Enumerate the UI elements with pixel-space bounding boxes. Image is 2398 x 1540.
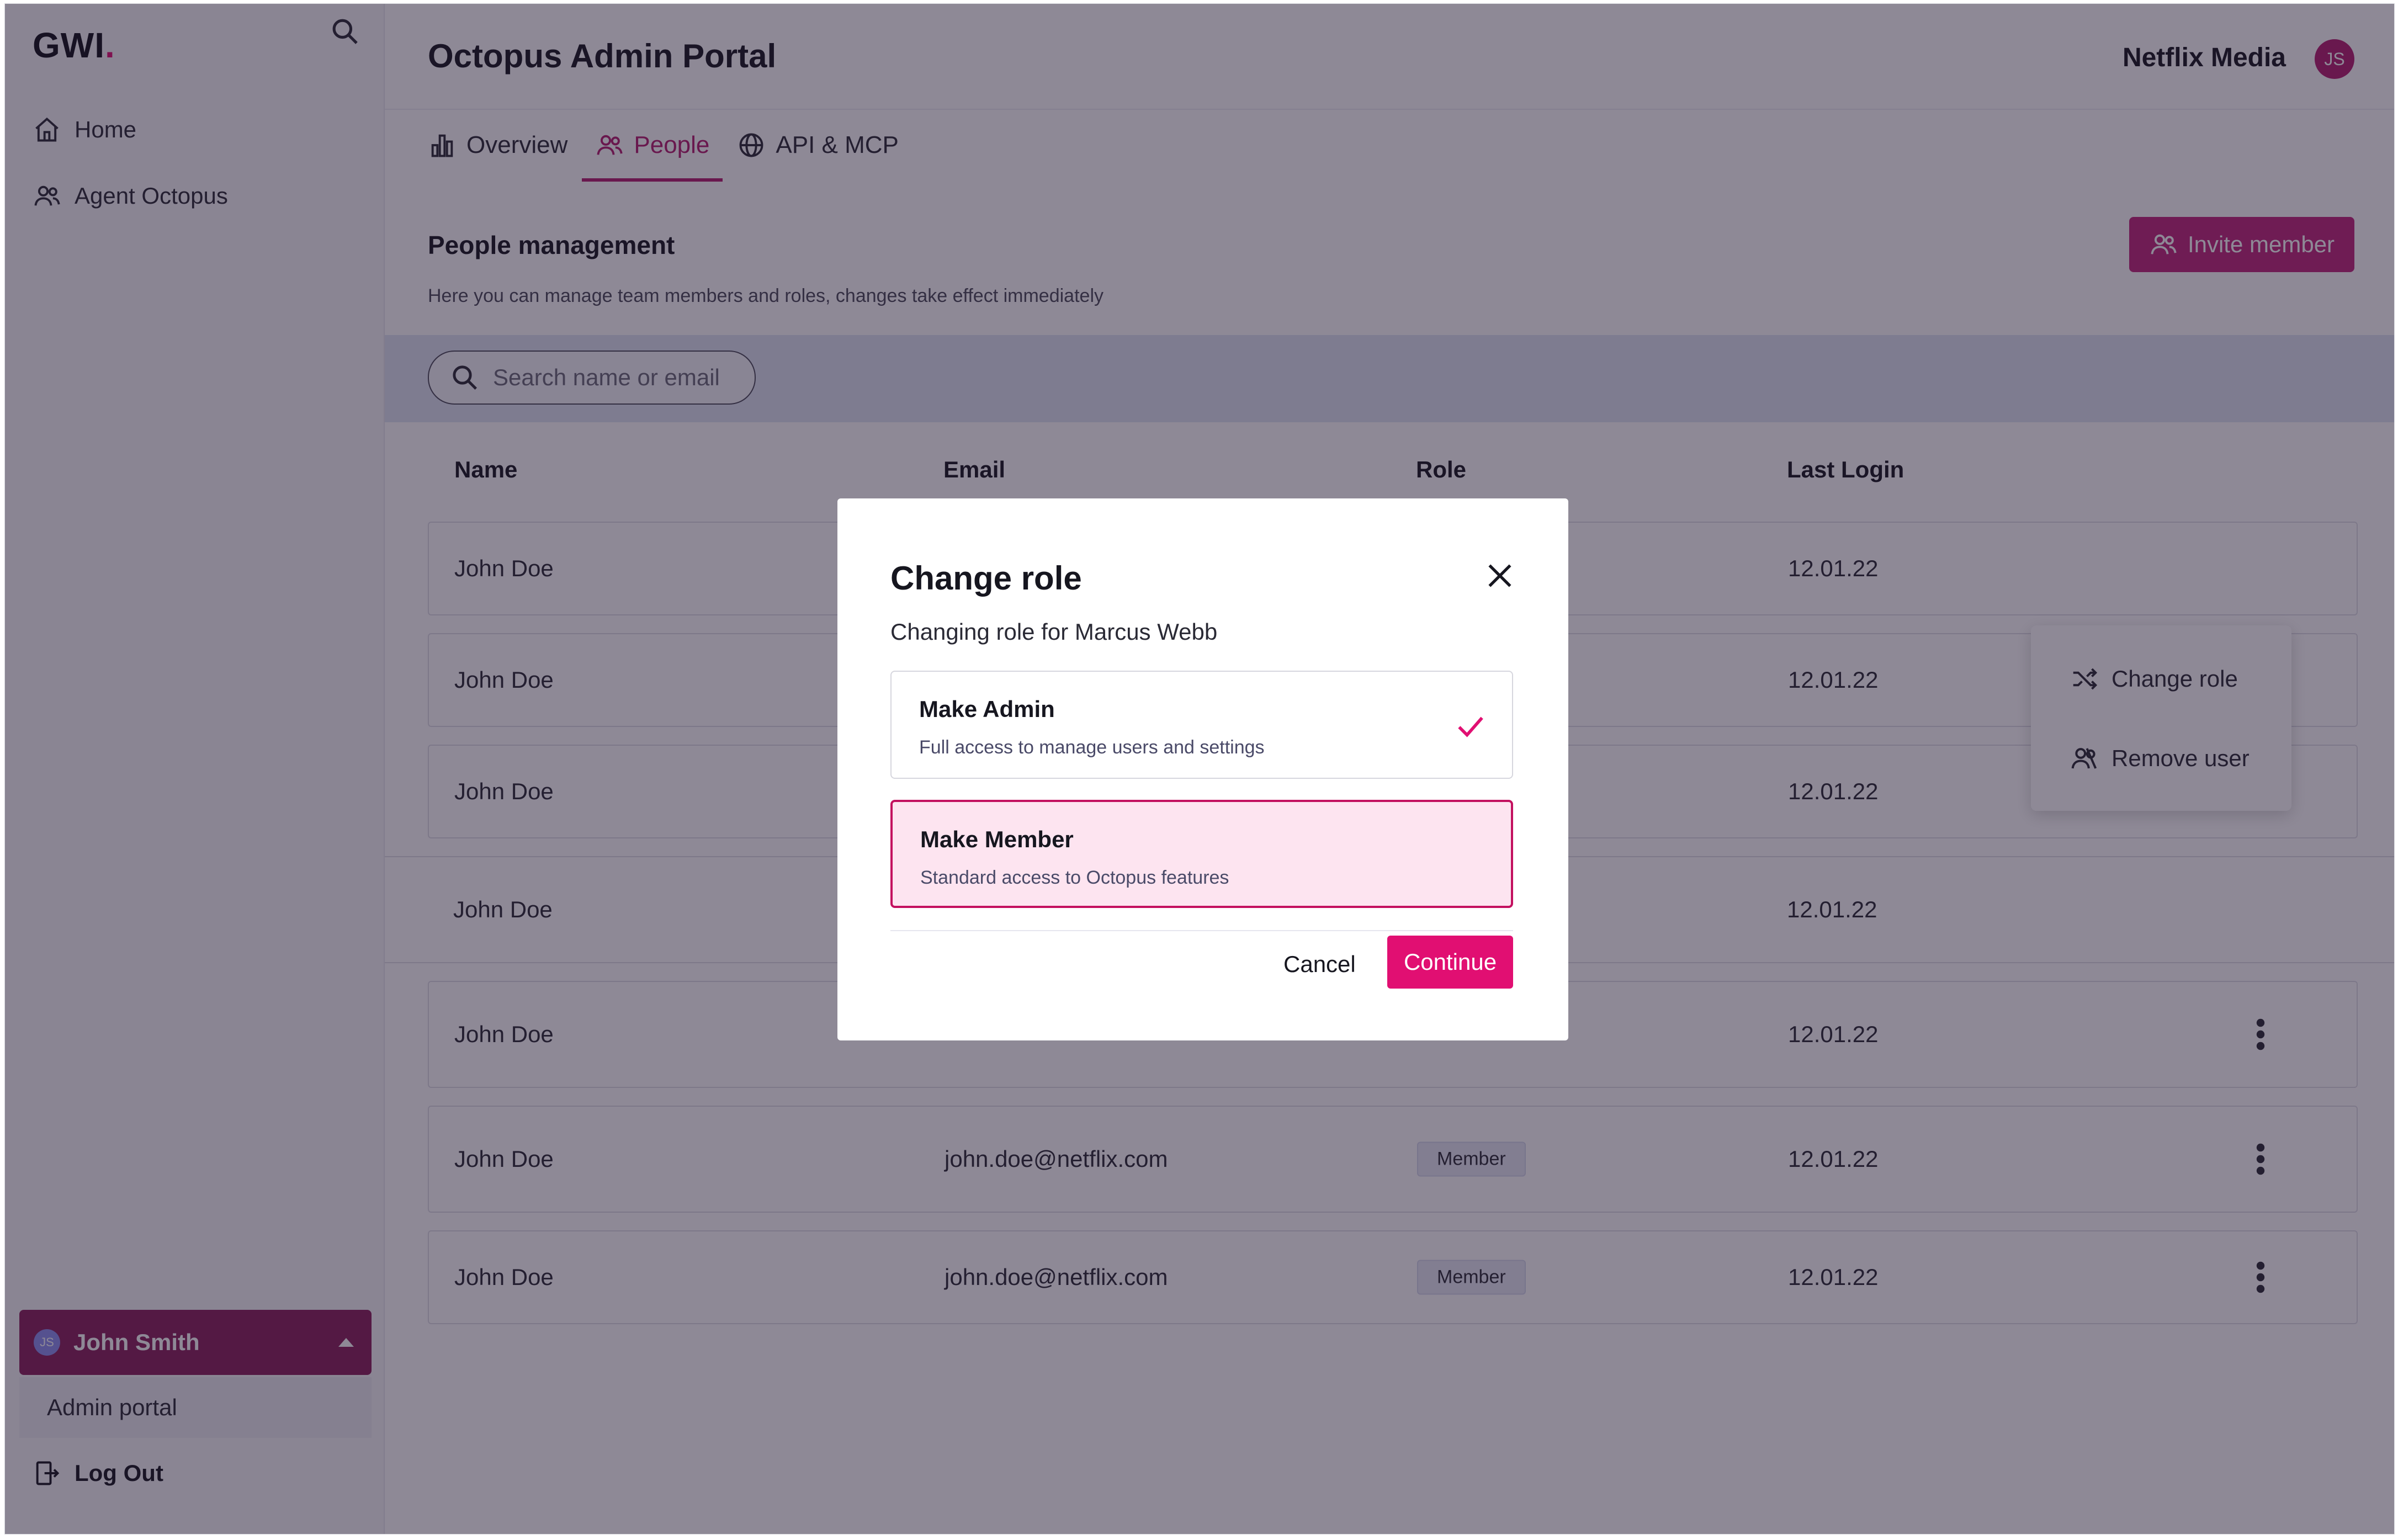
check-icon (1458, 716, 1483, 737)
option-make-admin[interactable]: Make Admin Full access to manage users a… (890, 671, 1513, 779)
continue-button[interactable]: Continue (1387, 936, 1513, 989)
option-title: Make Admin (919, 696, 1055, 722)
option-description: Full access to manage users and settings (919, 737, 1265, 758)
dialog-divider (890, 930, 1513, 931)
option-title: Make Member (920, 826, 1074, 852)
option-description: Standard access to Octopus features (920, 867, 1229, 888)
dialog-title: Change role (890, 560, 1082, 597)
app-window: GWI. Home Agent Octopus JS John Smith Ad… (4, 3, 2395, 1534)
change-role-dialog: Change role Changing role for Marcus Web… (837, 498, 1568, 1040)
close-icon[interactable] (1482, 558, 1518, 593)
dialog-subtitle: Changing role for Marcus Webb (890, 619, 1218, 645)
cancel-button[interactable]: Cancel (1283, 951, 1356, 978)
option-make-member[interactable]: Make Member Standard access to Octopus f… (890, 800, 1513, 908)
